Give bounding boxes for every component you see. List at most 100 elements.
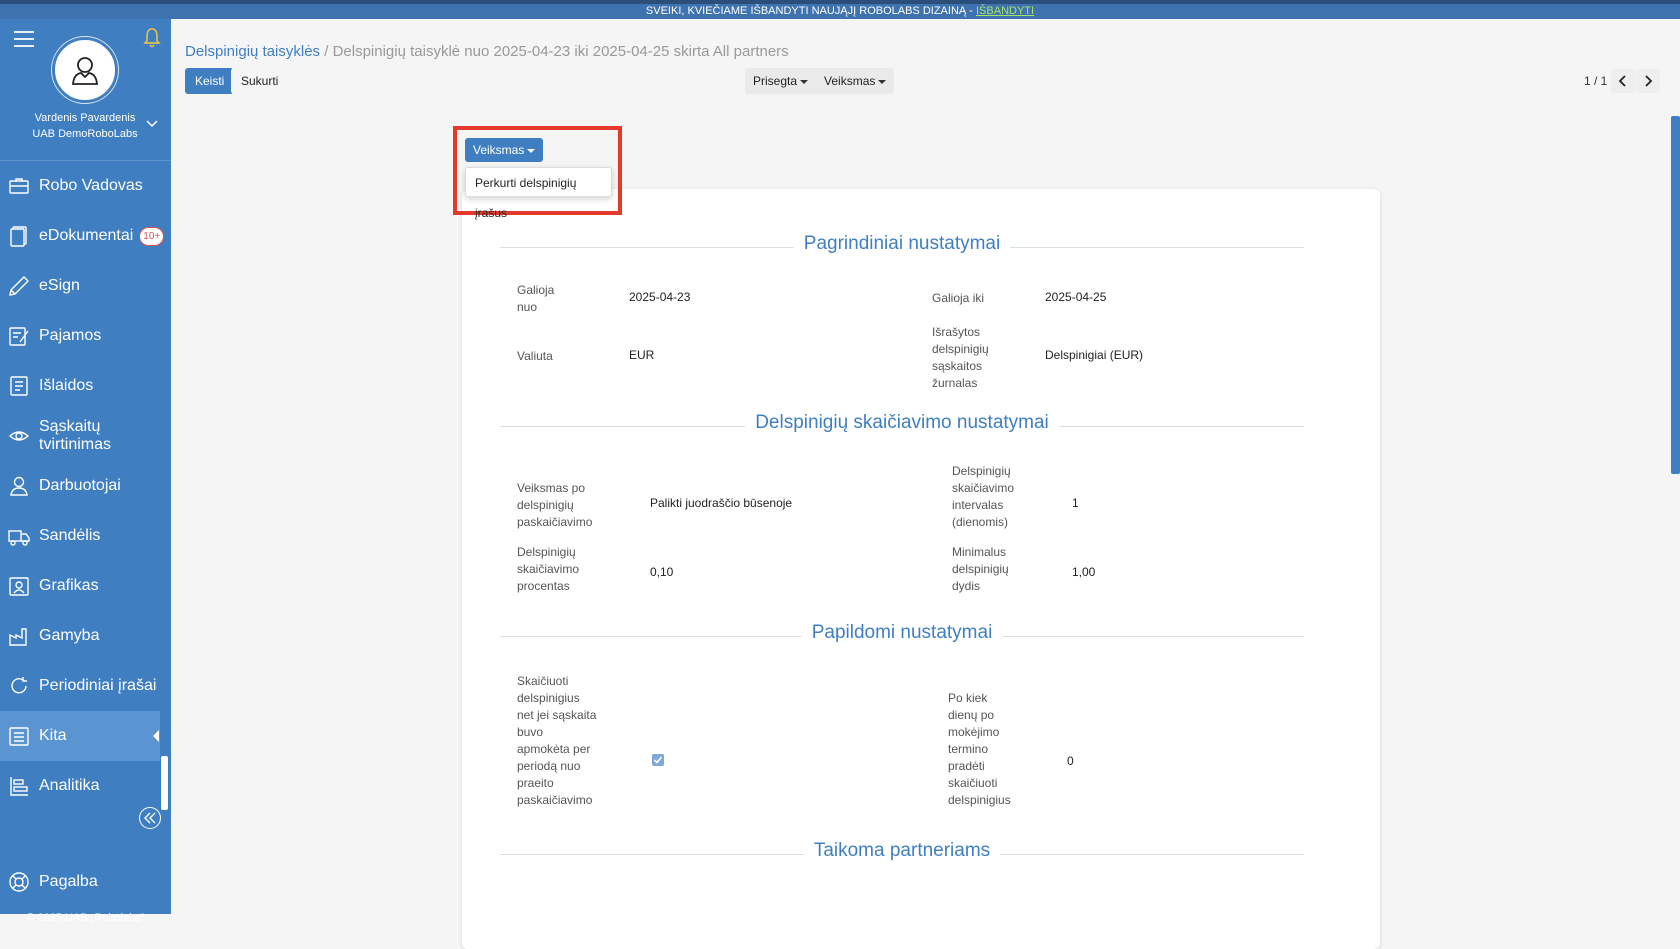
sidebar-item-esign[interactable]: eSign: [0, 261, 171, 311]
documents-icon: [10, 226, 27, 247]
next-record-button[interactable]: [1636, 69, 1660, 93]
caret-down-icon: [800, 79, 809, 84]
sidebar-item-pajamos[interactable]: Pajamos: [0, 311, 171, 361]
interval-value[interactable]: 1: [1072, 496, 1079, 510]
sidebar-item-gamyba[interactable]: Gamyba: [0, 611, 171, 661]
calc-even-paid-label: Skaičiuoti delspinigius net jei sąskaita…: [517, 674, 597, 807]
section-partners: Taikoma partneriams: [500, 840, 1304, 868]
section-title: Delspinigių skaičiavimo nustatymai: [745, 412, 1059, 434]
create-button[interactable]: Sukurti: [231, 68, 289, 94]
expenses-icon: [10, 376, 28, 396]
sidebar-item-kita[interactable]: Kita: [0, 711, 160, 761]
action-after-label: Veiksmas po delspinigių paskaičiavimo: [517, 481, 593, 529]
sidebar-item-label: Periodiniai įrašai: [39, 677, 157, 694]
bell-icon[interactable]: [142, 27, 162, 49]
chevron-right-icon: [1645, 75, 1653, 87]
approval-icon: [8, 431, 30, 441]
caret-down-icon: [878, 79, 887, 84]
refresh-icon: [11, 677, 27, 694]
avatar[interactable]: [52, 37, 118, 103]
sidebar-item-label: Kita: [39, 727, 67, 744]
announcement-banner: SVEIKI, KVIEČIAME IŠBANDYTI NAUJĄJĮ ROBO…: [0, 0, 1680, 19]
highlighted-action-dropdown: Veiksmas Perkurti delspinigių įrašus: [453, 126, 622, 220]
sidebar-item-label: Sandėlis: [39, 527, 101, 544]
calc-even-paid-checkbox[interactable]: [652, 754, 664, 766]
active-indicator: [153, 730, 159, 742]
try-new-design-link[interactable]: IŠBANDYTI: [976, 5, 1034, 17]
valid-to-label: Galioja iki: [932, 291, 985, 305]
action-dropdown-label: Veiksmas: [473, 143, 525, 157]
checkmark-icon: [653, 756, 663, 764]
attached-label: Prisegta: [753, 74, 798, 88]
journal-label: Išrašytos delspinigių sąskaitos žurnalas: [932, 325, 989, 390]
sidebar-nav: Robo Vadovas eDokumentai 10+ eSign Pajam…: [0, 160, 171, 811]
chevron-down-icon[interactable]: [145, 117, 159, 131]
breadcrumb-current: Delspinigių taisyklė nuo 2025-04-23 iki …: [332, 43, 789, 60]
days-after-label: Po kiek dienų po mokėjimo termino pradėt…: [948, 691, 1011, 807]
minimum-value[interactable]: 1,00: [1072, 565, 1095, 579]
recreate-late-fee-records-menu-item[interactable]: Perkurti delspinigių įrašus: [465, 167, 612, 220]
sidebar-item-robo-vadovas[interactable]: Robo Vadovas: [0, 161, 171, 211]
interval-label: Delspinigių skaičiavimo intervalas (dien…: [952, 464, 1015, 529]
sidebar-item-label: Išlaidos: [39, 377, 94, 394]
caret-down-icon: [527, 148, 536, 153]
sidebar-item-edokumentai[interactable]: eDokumentai 10+: [0, 211, 171, 261]
sidebar-scrollbar[interactable]: [161, 756, 168, 810]
action-after-value[interactable]: Palikti juodraščio būsenoje: [650, 496, 792, 510]
pager-counter: 1 / 1: [1584, 74, 1608, 88]
sidebar-item-label: Darbuotojai: [39, 477, 121, 494]
banner-text: SVEIKI, KVIEČIAME IŠBANDYTI NAUJĄJĮ ROBO…: [645, 5, 976, 17]
currency-value[interactable]: EUR: [629, 348, 654, 362]
journal-value[interactable]: Delspinigiai (EUR): [1045, 348, 1143, 362]
percent-value[interactable]: 0,10: [650, 565, 673, 579]
sidebar: Vardenis Pavardenis UAB DemoRoboLabs Rob…: [0, 19, 171, 924]
attached-dropdown[interactable]: Prisegta: [745, 68, 816, 94]
toolbar-dropdowns: Prisegta Veiksmas: [745, 68, 895, 94]
user-name: Vardenis Pavardenis: [34, 112, 136, 124]
company-name: UAB DemoRoboLabs: [32, 128, 138, 140]
form-sheet: Pagrindiniai nustatymai Galioja nuo 2025…: [462, 189, 1380, 949]
section-title: Pagrindiniai nustatymai: [793, 233, 1011, 255]
sidebar-item-sandelis[interactable]: Sandėlis: [0, 511, 171, 561]
breadcrumb-separator: /: [324, 43, 329, 60]
breadcrumb-root-link[interactable]: Delspinigių taisyklės: [185, 43, 320, 60]
briefcase-icon: [9, 178, 29, 194]
list-icon: [9, 727, 29, 746]
action-label: Veiksmas: [824, 74, 876, 88]
user-info[interactable]: Vardenis Pavardenis UAB DemoRoboLabs: [20, 110, 150, 142]
truck-icon: [8, 530, 30, 546]
main-scrollbar[interactable]: [1671, 116, 1680, 474]
sidebar-item-pagalba[interactable]: Pagalba: [0, 867, 171, 897]
sidebar-item-label: eSign: [39, 277, 80, 294]
sidebar-item-periodiniai-irasai[interactable]: Periodiniai įrašai: [0, 661, 171, 711]
valid-from-label: Galioja nuo: [517, 283, 555, 314]
section-main-settings: Pagrindiniai nustatymai: [500, 233, 1304, 261]
sidebar-item-grafikas[interactable]: Grafikas: [0, 561, 171, 611]
user-icon: [72, 57, 98, 85]
sidebar-item-label: Grafikas: [39, 577, 99, 594]
breadcrumb: Delspinigių taisyklės / Delspinigių tais…: [185, 43, 789, 60]
section-calculation-settings: Delspinigių skaičiavimo nustatymai: [500, 412, 1304, 440]
employee-icon: [10, 476, 28, 496]
section-title: Taikoma partneriams: [803, 840, 1001, 862]
action-dropdown-button[interactable]: Veiksmas: [465, 138, 544, 162]
collapse-sidebar-icon[interactable]: [139, 807, 161, 829]
sidebar-item-label: Robo Vadovas: [39, 177, 143, 194]
percent-label: Delspinigių skaičiavimo procentas: [517, 545, 580, 593]
days-after-value[interactable]: 0: [1067, 754, 1074, 768]
menu-toggle-icon[interactable]: [14, 31, 34, 47]
sidebar-item-label: eDokumentai: [39, 227, 134, 244]
pen-icon: [9, 276, 29, 296]
sidebar-item-darbuotojai[interactable]: Darbuotojai: [0, 461, 171, 511]
valid-from-value[interactable]: 2025-04-23: [629, 290, 690, 304]
sidebar-item-analitika[interactable]: Analitika: [0, 761, 171, 811]
edit-button[interactable]: Keisti: [185, 68, 235, 94]
section-title: Papildomi nustatymai: [801, 622, 1003, 644]
sidebar-item-islaidos[interactable]: Išlaidos: [0, 361, 171, 411]
action-dropdown[interactable]: Veiksmas: [816, 68, 894, 94]
valid-to-value[interactable]: 2025-04-25: [1045, 290, 1106, 304]
previous-record-button[interactable]: [1611, 69, 1635, 93]
section-additional-settings: Papildomi nustatymai: [500, 622, 1304, 650]
main-content: Delspinigių taisyklės / Delspinigių tais…: [171, 19, 1680, 949]
sidebar-item-saskaitu-tvirtinimas[interactable]: Sąskaitų tvirtinimas: [0, 411, 171, 461]
